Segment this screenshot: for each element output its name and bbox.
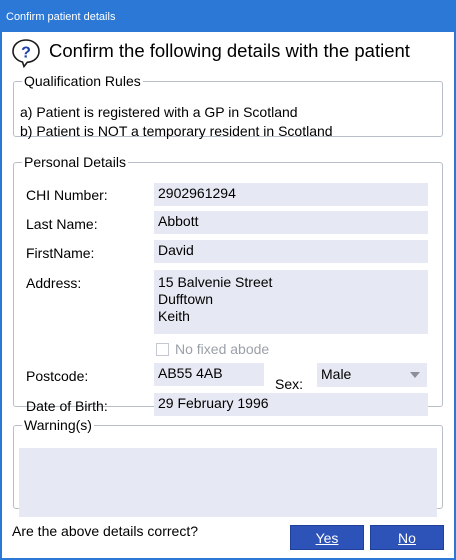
qualification-rules-group: Qualification Rules a) Patient is regist…	[13, 73, 443, 139]
sex-select[interactable]: Male	[317, 363, 427, 387]
chevron-down-icon[interactable]	[410, 372, 420, 378]
last-name-field[interactable]: Abbott	[154, 211, 428, 234]
svg-text:?: ?	[21, 45, 31, 62]
no-fixed-abode-label: No fixed abode	[175, 341, 270, 357]
address-field[interactable]: 15 Balvenie Street Dufftown Keith	[154, 270, 428, 334]
first-name-label: FirstName:	[26, 245, 95, 261]
address-line-1: 15 Balvenie Street	[158, 274, 273, 290]
personal-details-legend: Personal Details	[24, 154, 126, 170]
warnings-group: Warning(s)	[13, 417, 443, 517]
warnings-textarea[interactable]	[19, 448, 437, 517]
address-label: Address:	[26, 275, 82, 291]
confirm-patient-dialog: Confirm patient details ? Confirm the fo…	[0, 0, 456, 560]
yes-button[interactable]: Yes	[290, 525, 364, 550]
qualification-rule-a: a) Patient is registered with a GP in Sc…	[20, 104, 298, 120]
no-button[interactable]: No	[370, 525, 444, 550]
address-line-2: Dufftown	[158, 291, 213, 307]
no-button-label: No	[398, 530, 416, 546]
chi-number-label: CHI Number:	[26, 187, 108, 203]
dob-label: Date of Birth:	[26, 398, 108, 414]
personal-details-group: Personal Details CHI Number: 2902961294 …	[13, 154, 443, 416]
chi-number-field[interactable]: 2902961294	[154, 183, 428, 206]
yes-button-label: Yes	[315, 530, 339, 546]
last-name-label: Last Name:	[26, 216, 98, 232]
sex-label: Sex:	[275, 376, 304, 392]
postcode-label: Postcode:	[26, 368, 89, 384]
postcode-field[interactable]: AB55 4AB	[154, 363, 264, 386]
header-text: Confirm the following details with the p…	[49, 40, 410, 61]
warnings-legend: Warning(s)	[24, 417, 92, 433]
dob-field[interactable]: 29 February 1996	[154, 393, 428, 416]
no-fixed-abode-box[interactable]	[156, 343, 169, 356]
first-name-field[interactable]: David	[154, 240, 428, 263]
dialog-header: ? Confirm the following details with the…	[11, 37, 451, 68]
qualification-rules-legend: Qualification Rules	[24, 73, 141, 89]
window-title: Confirm patient details	[2, 2, 454, 32]
qualification-rule-b: b) Patient is NOT a temporary resident i…	[20, 123, 333, 139]
question-help-icon: ?	[12, 39, 40, 68]
sex-select-value: Male	[321, 366, 352, 382]
confirmation-question: Are the above details correct?	[12, 523, 198, 539]
address-line-3: Keith	[158, 308, 190, 324]
